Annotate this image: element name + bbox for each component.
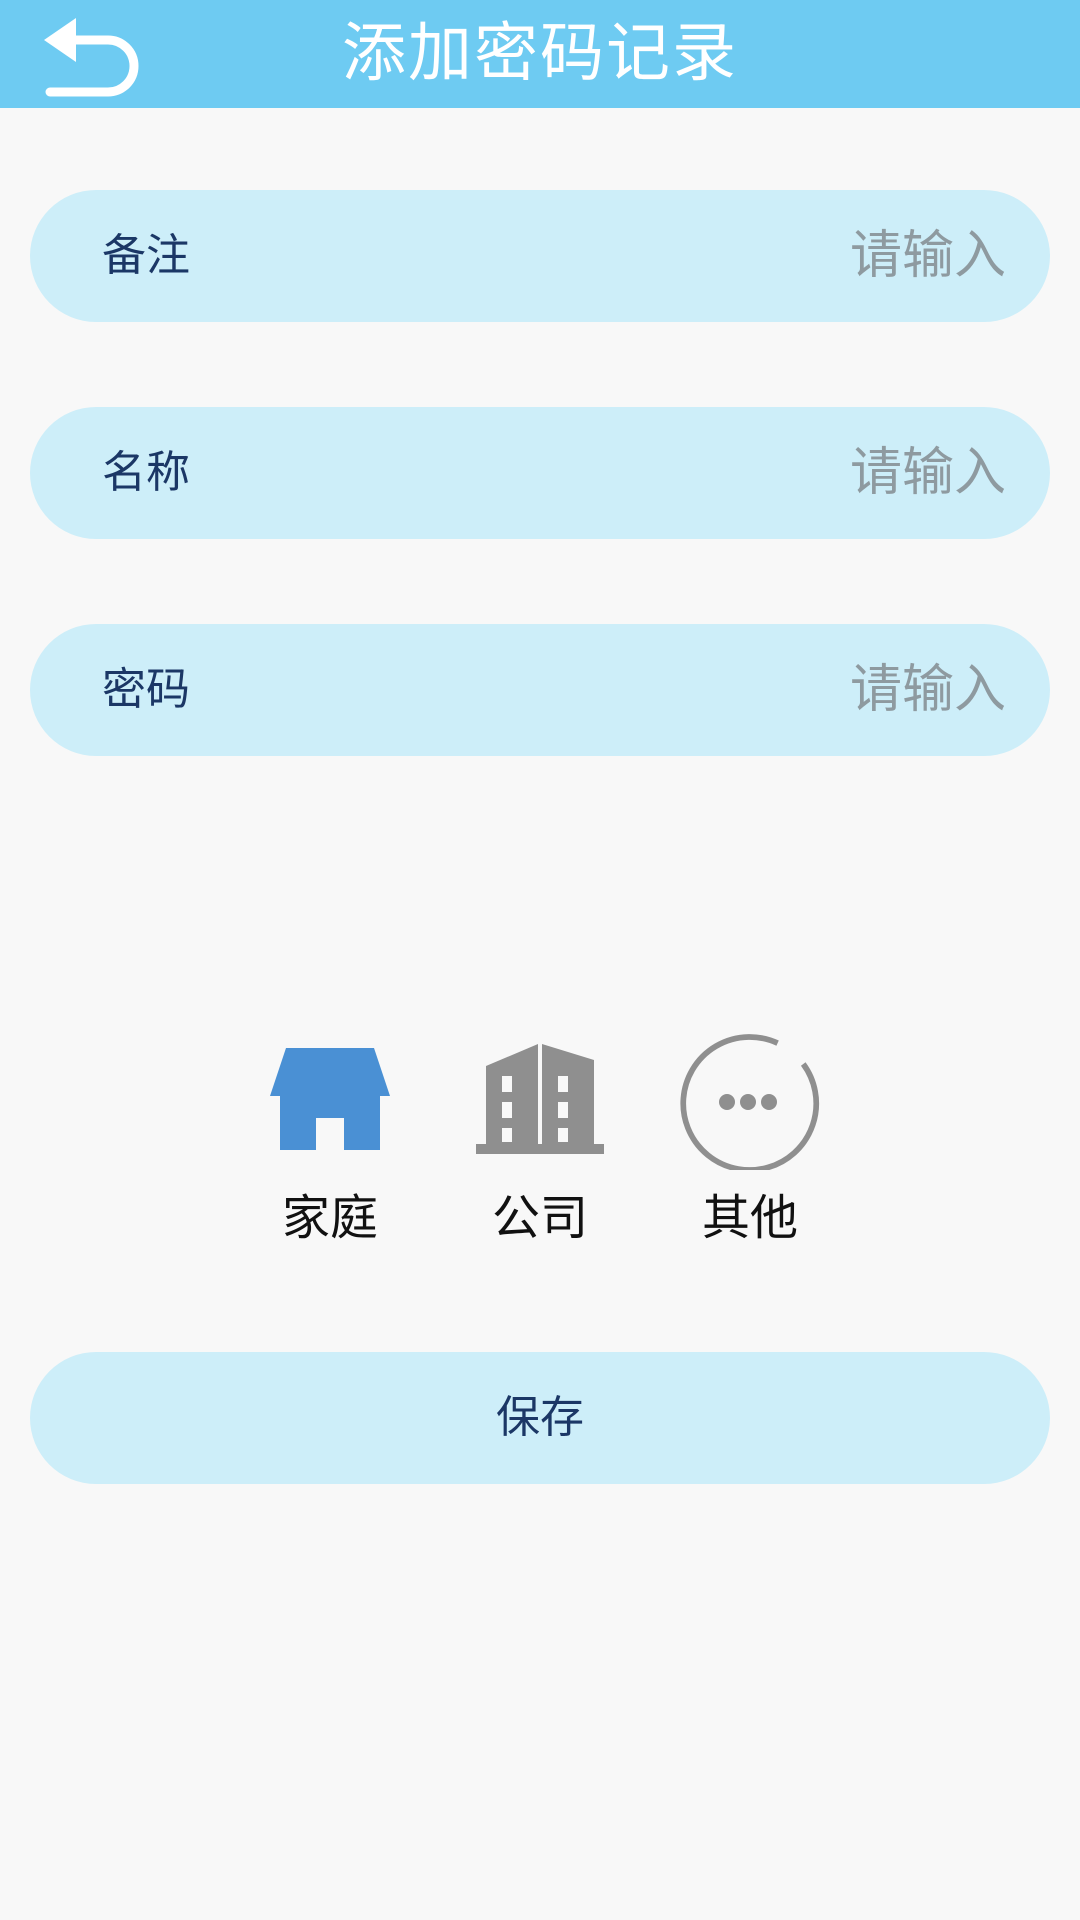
save-button[interactable]: 保存 xyxy=(30,1352,1050,1484)
remark-input[interactable] xyxy=(486,216,1006,296)
page-title: 添加密码记录 xyxy=(342,17,738,91)
category-home-label: 家庭 xyxy=(281,1190,378,1246)
category-other-label: 其他 xyxy=(701,1190,798,1246)
name-label: 名称 xyxy=(102,447,190,498)
name-input[interactable] xyxy=(486,433,1006,513)
remark-field[interactable]: 备注 xyxy=(30,190,1050,322)
name-field[interactable]: 名称 xyxy=(30,407,1050,539)
category-other[interactable]: 其他 xyxy=(670,1030,830,1246)
category-company[interactable]: 公司 xyxy=(460,1030,620,1246)
password-label: 密码 xyxy=(102,664,190,715)
category-company-label: 公司 xyxy=(491,1190,588,1246)
remark-label: 备注 xyxy=(102,230,190,281)
house-icon xyxy=(270,1048,390,1150)
category-home[interactable]: 家庭 xyxy=(250,1030,410,1246)
building-icon xyxy=(476,1044,604,1154)
password-input[interactable] xyxy=(486,650,1006,730)
app-header: 添加密码记录 xyxy=(0,0,1080,108)
more-icon xyxy=(680,1034,820,1170)
password-field[interactable]: 密码 xyxy=(30,624,1050,756)
